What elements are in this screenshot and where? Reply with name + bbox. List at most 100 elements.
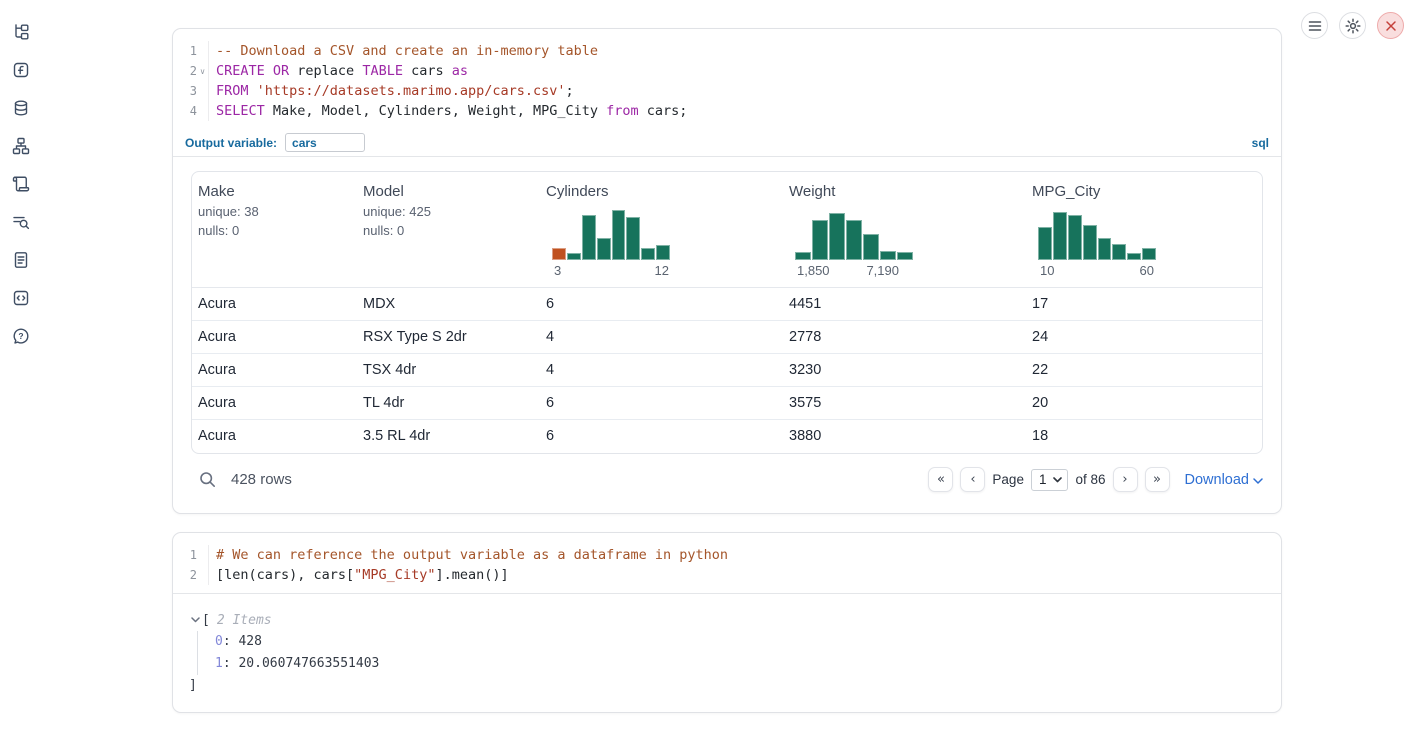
token: "MPG_City" bbox=[354, 567, 435, 583]
menu-button[interactable] bbox=[1301, 12, 1328, 39]
tree-item: 1: 20.060747663551403 bbox=[215, 653, 1281, 675]
code-editor-python[interactable]: 1 # We can reference the output variable … bbox=[173, 533, 1281, 594]
left-toolbar: ? bbox=[10, 23, 31, 348]
shutdown-button[interactable] bbox=[1377, 12, 1404, 39]
token: TABLE bbox=[362, 63, 403, 79]
table-cell: 6 bbox=[540, 288, 783, 320]
page-select[interactable]: 1 bbox=[1031, 469, 1069, 491]
code-text: SELECT Make, Model, Cylinders, Weight, M… bbox=[208, 101, 1281, 121]
tree-item-value: : 20.060747663551403 bbox=[223, 656, 380, 671]
sidebar-item-logs-search[interactable] bbox=[10, 213, 31, 234]
histogram-bar bbox=[641, 248, 655, 260]
settings-button[interactable] bbox=[1339, 12, 1366, 39]
table-cell: 4451 bbox=[783, 288, 1026, 320]
scratchpad-icon bbox=[12, 175, 30, 198]
axis-max-label: 12 bbox=[655, 263, 669, 278]
download-button[interactable]: Download bbox=[1185, 472, 1264, 488]
table-cell: Acura bbox=[192, 387, 357, 419]
table-cell: 4 bbox=[540, 321, 783, 353]
code-line: 2∨CREATE OR replace TABLE cars as bbox=[173, 61, 1281, 81]
token: ].mean()] bbox=[435, 567, 508, 583]
token: cars bbox=[403, 63, 452, 79]
histogram-bar bbox=[1127, 253, 1141, 260]
file-tree-icon bbox=[12, 23, 30, 46]
code-text: CREATE OR replace TABLE cars as bbox=[208, 61, 1281, 81]
table-cell: Acura bbox=[192, 288, 357, 320]
fold-slot bbox=[197, 101, 208, 121]
axis-min-label: 1,850 bbox=[797, 263, 830, 278]
column-header-mpg_city[interactable]: MPG_City 1060 bbox=[1026, 172, 1262, 287]
column-stat: nulls: 0 bbox=[363, 223, 534, 238]
token: ; bbox=[566, 83, 574, 99]
sidebar-item-datasets[interactable] bbox=[10, 99, 31, 120]
column-name: MPG_City bbox=[1032, 183, 1256, 200]
histogram-bar bbox=[812, 220, 828, 260]
sidebar-item-dependency-graph[interactable] bbox=[10, 137, 31, 158]
column-name: Model bbox=[363, 183, 534, 200]
axis-min-label: 3 bbox=[554, 263, 561, 278]
histogram-bar bbox=[880, 251, 896, 260]
token: -- Download a CSV and create an in-memor… bbox=[216, 43, 598, 59]
sidebar-item-functions[interactable] bbox=[10, 61, 31, 82]
prev-page-button[interactable]: ‹ bbox=[960, 467, 985, 492]
histogram-weight: 1,8507,190 bbox=[795, 209, 913, 278]
chevrons-right-icon: » bbox=[1153, 472, 1161, 487]
chevron-down-icon bbox=[1253, 476, 1263, 484]
table-cell: Acura bbox=[192, 354, 357, 386]
fold-slot bbox=[197, 545, 208, 565]
column-header-weight[interactable]: Weight1,8507,190 bbox=[783, 172, 1026, 287]
code-editor-sql[interactable]: 1-- Download a CSV and create an in-memo… bbox=[173, 29, 1281, 129]
histogram-axis-labels: 1060 bbox=[1038, 263, 1156, 278]
close-bracket: ] bbox=[189, 675, 1281, 697]
table-cell: 4 bbox=[540, 354, 783, 386]
table-cell: Acura bbox=[192, 420, 357, 453]
table-cell: 17 bbox=[1026, 288, 1262, 320]
next-page-button[interactable]: › bbox=[1113, 467, 1138, 492]
table-cell: 3.5 RL 4dr bbox=[357, 420, 540, 453]
snippets-icon bbox=[12, 289, 30, 312]
last-page-button[interactable]: » bbox=[1145, 467, 1170, 492]
sidebar-item-documentation[interactable] bbox=[10, 251, 31, 272]
column-header-make[interactable]: Makeunique: 38nulls: 0 bbox=[192, 172, 357, 287]
column-stat: unique: 38 bbox=[198, 204, 351, 219]
sidebar-item-file-tree[interactable] bbox=[10, 23, 31, 44]
fold-slot bbox=[197, 81, 208, 101]
output-variable-bar: Output variable: sql bbox=[173, 129, 1281, 157]
token: replace bbox=[289, 63, 362, 79]
page-total: of 86 bbox=[1075, 472, 1105, 487]
table-header-row: Makeunique: 38nulls: 0Modelunique: 425nu… bbox=[192, 172, 1262, 288]
table-cell: 3880 bbox=[783, 420, 1026, 453]
histogram-bar bbox=[1038, 227, 1052, 260]
column-header-cylinders[interactable]: Cylinders312 bbox=[540, 172, 783, 287]
histogram-bar bbox=[567, 253, 581, 260]
first-page-button[interactable]: « bbox=[928, 467, 953, 492]
sidebar-item-snippets[interactable] bbox=[10, 289, 31, 310]
column-header-model[interactable]: Model unique: 425 nulls: 0 bbox=[357, 172, 540, 287]
histogram-bar bbox=[1068, 215, 1082, 260]
code-line: 1-- Download a CSV and create an in-memo… bbox=[173, 41, 1281, 61]
column-stat: unique: 425 bbox=[363, 204, 534, 219]
histogram-bar bbox=[612, 210, 626, 260]
histogram-bars bbox=[795, 209, 913, 260]
gear-icon bbox=[1345, 18, 1361, 34]
functions-icon bbox=[12, 61, 30, 84]
histogram-bar bbox=[795, 252, 811, 260]
collapse-caret-icon[interactable] bbox=[189, 617, 202, 623]
code-text: -- Download a CSV and create an in-memor… bbox=[208, 41, 1281, 61]
python-cell: 1 # We can reference the output variable … bbox=[172, 532, 1282, 713]
fold-chevron-icon[interactable]: ∨ bbox=[197, 61, 208, 81]
histogram-bar bbox=[897, 252, 913, 260]
token: Make, Model, Cylinders, Weight, MPG_City bbox=[265, 103, 606, 119]
code-text: FROM 'https://datasets.marimo.app/cars.c… bbox=[208, 81, 1281, 101]
token: # We can reference the output variable a… bbox=[216, 547, 728, 563]
search-icon[interactable] bbox=[199, 471, 216, 488]
token: cars; bbox=[639, 103, 688, 119]
output-variable-input[interactable] bbox=[285, 133, 365, 152]
column-stat: nulls: 0 bbox=[198, 223, 351, 238]
fold-slot bbox=[197, 41, 208, 61]
sidebar-item-scratchpad[interactable] bbox=[10, 175, 31, 196]
histogram-bar bbox=[552, 248, 566, 260]
histogram-axis-labels: 3 12 bbox=[552, 263, 670, 278]
sidebar-item-help[interactable]: ? bbox=[10, 327, 31, 348]
line-number: 1 bbox=[173, 545, 197, 565]
